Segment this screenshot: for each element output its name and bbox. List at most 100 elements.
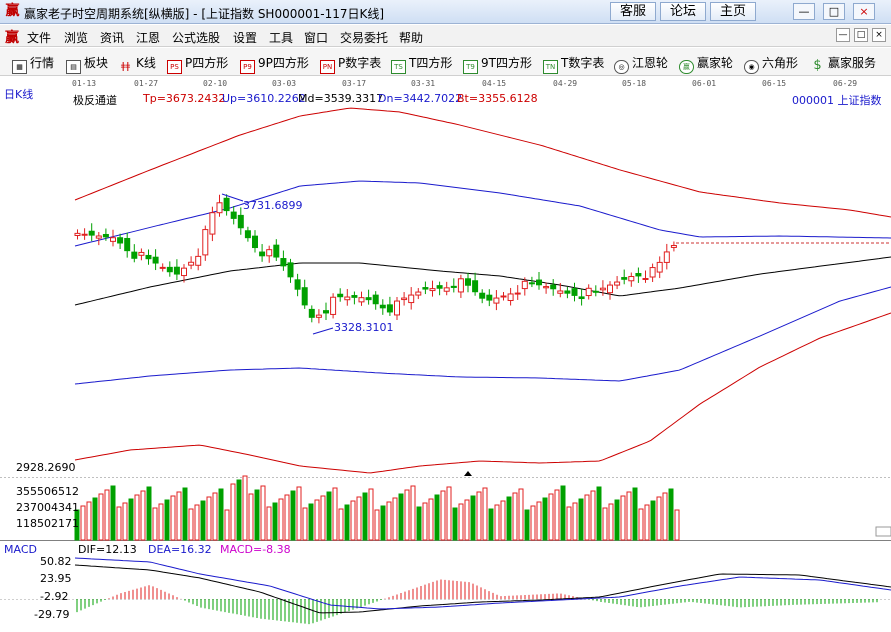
volume-bar xyxy=(110,485,116,541)
volume-bar xyxy=(428,498,434,541)
volume-bar xyxy=(146,486,152,541)
macd-dea: DEA=16.32 xyxy=(148,543,212,556)
candle-body xyxy=(663,251,670,263)
volume-bar xyxy=(548,493,554,541)
volume-bar xyxy=(668,488,674,541)
channel-lines xyxy=(74,107,891,474)
date-axis: 01-13 01-27 02-10 03-03 03-17 03-31 04-1… xyxy=(0,78,891,90)
volume-bar xyxy=(434,494,440,541)
volume-bar xyxy=(512,492,518,541)
grid-icon: ▦ xyxy=(12,60,27,74)
tool-9p-square[interactable]: P9 9P四方形 xyxy=(240,54,309,74)
close-button[interactable]: × xyxy=(853,3,875,20)
menu-trading[interactable]: 交易委托 xyxy=(340,29,388,46)
mdi-minimize-button[interactable]: — xyxy=(836,28,850,42)
volume-bar xyxy=(200,500,206,541)
volume-bar xyxy=(362,492,368,541)
ts-icon: TS xyxy=(391,60,406,74)
menu-news[interactable]: 资讯 xyxy=(100,29,124,46)
candle-body xyxy=(166,266,173,273)
menu-tools[interactable]: 工具 xyxy=(269,29,293,46)
candle-body xyxy=(564,290,571,294)
volume-bar xyxy=(452,507,458,541)
volume-bar xyxy=(314,499,320,541)
tool-winner-service[interactable]: $ 赢家服务 xyxy=(810,54,876,72)
tool-hexagon-label: 六角形 xyxy=(762,56,799,70)
candle-body xyxy=(472,280,479,293)
date-tick: 06-29 xyxy=(833,79,858,88)
tool-t-number-table[interactable]: TN T数字表 xyxy=(543,54,605,74)
volume-bar xyxy=(506,496,512,541)
high-annotation: 3731.6899 xyxy=(243,199,303,212)
candle-body xyxy=(294,279,301,290)
volume-bar xyxy=(170,495,176,541)
volume-bar xyxy=(482,487,488,541)
candle-body xyxy=(507,293,514,302)
channel-top-line xyxy=(74,107,891,218)
candle-body xyxy=(88,230,95,236)
menu-help[interactable]: 帮助 xyxy=(399,29,423,46)
candle-body xyxy=(550,284,557,290)
tool-t-number-table-label: T数字表 xyxy=(561,56,605,70)
menu-window[interactable]: 窗口 xyxy=(304,29,328,46)
candle-body xyxy=(252,235,258,249)
hexagon-icon: ◉ xyxy=(744,60,759,74)
scroll-handle[interactable] xyxy=(875,526,891,537)
volume-bar xyxy=(446,486,452,541)
maximize-button[interactable]: □ xyxy=(823,3,845,20)
homepage-button[interactable]: 主页 xyxy=(710,2,756,21)
chart-area[interactable]: 3731.6899 3328.3101 日K线 极反通道 Tp=3673.243… xyxy=(0,88,891,632)
volume-bar xyxy=(500,500,506,541)
tool-gann-wheel[interactable]: ◎ 江恩轮 xyxy=(614,54,668,74)
volume-bar xyxy=(464,499,470,541)
menu-gann[interactable]: 江恩 xyxy=(136,29,160,46)
volume-bar xyxy=(410,485,416,541)
candle-body xyxy=(599,287,606,291)
candle-body xyxy=(372,294,379,305)
volume-bar xyxy=(638,508,644,541)
tool-quotes[interactable]: ▦ 行情 xyxy=(12,54,55,74)
volume-bar xyxy=(188,508,194,541)
tool-quotes-label: 行情 xyxy=(30,56,55,70)
volume-bar xyxy=(620,495,626,541)
candle-body xyxy=(571,288,578,296)
volume-bar xyxy=(662,492,668,541)
volume-bar xyxy=(92,497,98,541)
candle-body xyxy=(145,254,152,260)
menu-browse[interactable]: 浏览 xyxy=(64,29,88,46)
menu-settings[interactable]: 设置 xyxy=(233,29,257,46)
mdi-restore-button[interactable]: □ xyxy=(854,28,868,42)
window-title: 赢家老子时空周期系统[纵横版] - [上证指数 SH000001-117日K线] xyxy=(24,7,385,21)
tool-p-number-table[interactable]: PN P数字表 xyxy=(320,54,381,74)
tool-sectors[interactable]: ▤ 板块 xyxy=(66,54,108,74)
candle-body xyxy=(244,230,251,239)
tool-9t-square[interactable]: T9 9T四方形 xyxy=(463,54,532,74)
customer-service-button[interactable]: 客服 xyxy=(610,2,656,21)
tool-winner-wheel-label: 赢家轮 xyxy=(697,56,734,70)
volume-bar xyxy=(536,501,542,541)
candle-body xyxy=(330,296,337,315)
mdi-close-button[interactable]: × xyxy=(872,28,886,42)
tool-p-square[interactable]: PS P四方形 xyxy=(167,54,228,74)
candle-body xyxy=(614,281,621,286)
tool-hexagon[interactable]: ◉ 六角形 xyxy=(744,54,799,74)
candle-body xyxy=(628,276,635,282)
menu-formula-select[interactable]: 公式选股 xyxy=(172,29,220,46)
menu-file[interactable]: 文件 xyxy=(27,29,51,46)
candle-body xyxy=(337,293,344,298)
tool-t-square[interactable]: TS T四方形 xyxy=(391,54,452,74)
volume-bar xyxy=(338,508,344,541)
tool-kline[interactable]: ǂǂ K线 xyxy=(118,54,156,72)
volume-bar xyxy=(284,494,290,541)
candle-body xyxy=(394,300,400,316)
candle-body xyxy=(379,304,386,309)
forum-button[interactable]: 论坛 xyxy=(660,2,706,21)
volume-bar xyxy=(560,485,566,541)
tool-winner-wheel[interactable]: 赢赢家轮 xyxy=(679,54,734,74)
volume-bar xyxy=(344,504,350,541)
candle-body xyxy=(202,229,209,256)
candle-body xyxy=(273,244,280,258)
volume-bar xyxy=(650,500,656,541)
minimize-button[interactable]: — xyxy=(793,3,815,20)
candle-body xyxy=(209,212,216,235)
